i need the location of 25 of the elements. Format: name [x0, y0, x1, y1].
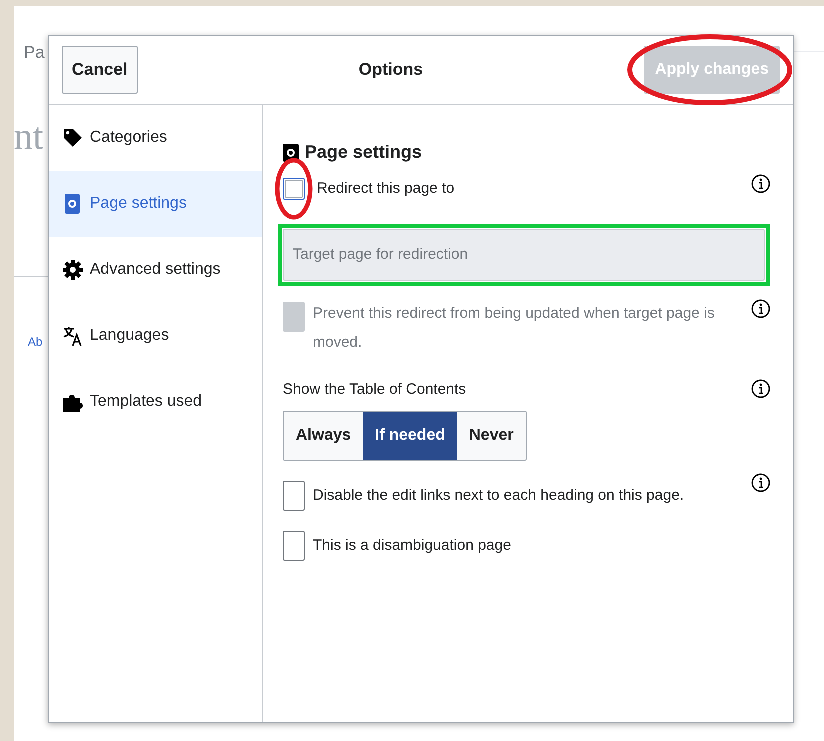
sidebar-item[interactable]: Templates used	[49, 369, 262, 435]
tab-label[interactable]: Pa	[24, 40, 45, 66]
toggle-button[interactable]: Never	[457, 412, 526, 460]
checkbox[interactable]	[283, 531, 305, 561]
translate-icon	[62, 325, 84, 347]
sidebar-item[interactable]: Languages	[49, 303, 262, 369]
sidebar-item[interactable]: Advanced settings	[49, 237, 262, 303]
checkbox-label: Prevent this redirect from being updated when target page is moved.	[313, 304, 716, 352]
checkbox-label: Redirect this page to	[317, 179, 456, 199]
sidebar-item[interactable]: Categories	[49, 105, 262, 171]
checkbox-label: Disable the edit links next to each heading on this page.	[313, 486, 686, 506]
tag-icon	[62, 127, 84, 149]
dialog-title: Options	[358, 59, 424, 82]
toggle-button[interactable]: Always	[284, 412, 364, 460]
gear-icon	[62, 259, 84, 281]
checkbox[interactable]	[283, 481, 305, 511]
page-heading: nt	[14, 118, 44, 156]
settings-icon	[283, 144, 299, 162]
toggle-button[interactable]: If needed	[363, 412, 458, 460]
checkbox-label: This is a disambiguation page	[313, 536, 512, 556]
section-title: Page settings	[305, 141, 422, 164]
sidebar-item[interactable]: Page settings	[49, 171, 262, 237]
field-label: Show the Table of Contents	[283, 380, 468, 400]
cancel-button[interactable]: Cancel	[62, 46, 138, 94]
link[interactable]: Ab	[28, 333, 43, 351]
